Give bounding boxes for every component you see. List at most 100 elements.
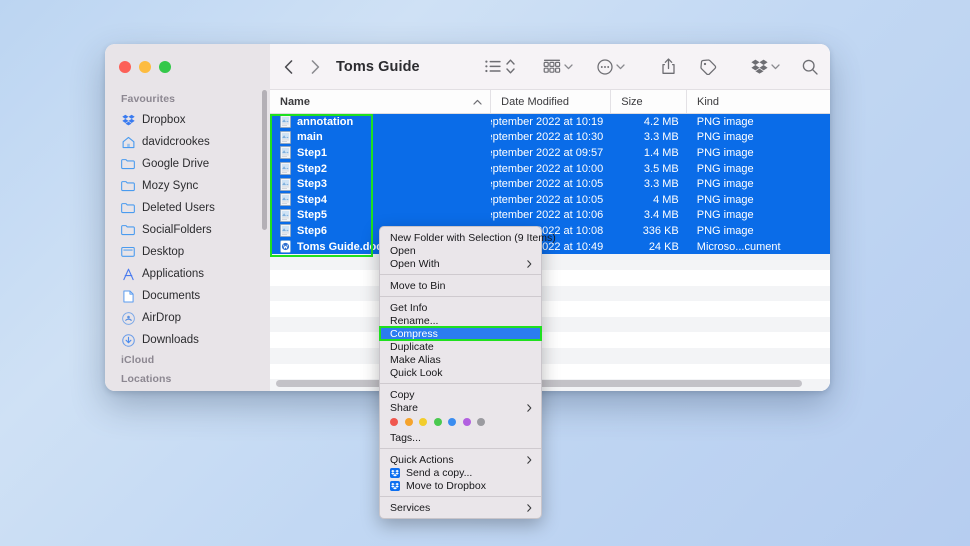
sidebar-item-label: Desktop [142, 246, 185, 258]
menu-item-open-with[interactable]: Open With [380, 257, 541, 270]
menu-item-label: Duplicate [390, 340, 434, 353]
menu-item-share[interactable]: Share [380, 401, 541, 414]
sidebar-item-google-drive[interactable]: Google Drive [105, 153, 270, 175]
menu-item-copy[interactable]: Copy [380, 388, 541, 401]
share-icon[interactable] [661, 54, 676, 80]
file-date-cell: 16 September 2022 at 10:05 [491, 178, 604, 191]
menu-item-duplicate[interactable]: Duplicate [380, 340, 541, 353]
menu-item-send-a-copy[interactable]: Send a copy... [380, 466, 541, 479]
dropbox-icon[interactable] [751, 54, 768, 80]
close-button[interactable] [119, 61, 131, 73]
menu-item-quick-look[interactable]: Quick Look [380, 366, 541, 379]
file-list[interactable]: annotation 16 September 2022 at 10:19 4.2 … [270, 114, 830, 391]
tag-color-dot-6[interactable] [477, 418, 485, 426]
file-name-label: Step1 [297, 146, 327, 159]
sidebar-item-label: Documents [142, 290, 201, 302]
menu-item-compress[interactable]: Compress [379, 326, 542, 341]
word-doc-icon [280, 240, 291, 253]
menu-item-make-alias[interactable]: Make Alias [380, 353, 541, 366]
tag-color-dot-5[interactable] [462, 418, 471, 426]
column-header-name[interactable]: Name [270, 90, 492, 113]
table-row[interactable]: Step3 16 September 2022 at 10:05 3.3 MB PNG… [270, 176, 830, 192]
menu-item-services[interactable]: Services [380, 501, 541, 514]
folder-icon [121, 223, 135, 237]
tag-icon[interactable] [700, 54, 717, 80]
file-kind-cell: PNG image [696, 224, 754, 237]
group-by-icon[interactable] [543, 54, 561, 80]
menu-item-rename[interactable]: Rename... [380, 314, 541, 327]
sidebar-item-socialfolders[interactable]: SocialFolders [105, 219, 270, 241]
png-file-icon [280, 146, 291, 160]
group-by-control [543, 54, 573, 80]
view-list-icon[interactable] [485, 54, 501, 80]
column-header-date-modified[interactable]: Date Modified [491, 90, 612, 113]
search-icon[interactable] [802, 54, 818, 80]
column-header-kind[interactable]: Kind [687, 90, 830, 113]
file-name-cell[interactable]: Step5 [270, 208, 491, 224]
context-menu[interactable]: New Folder with Selection (9 Items) Open O… [379, 226, 556, 519]
dropbox-chevron-down-icon[interactable] [771, 63, 780, 70]
horizontal-scrollbar[interactable] [276, 380, 824, 387]
applications-icon [121, 267, 135, 281]
table-row[interactable]: Step5 16 September 2022 at 10:06 3.4 MB PNG… [270, 207, 830, 224]
file-size-cell: 3.3 MB [643, 178, 679, 191]
file-kind-cell: PNG image [696, 131, 754, 144]
table-row[interactable]: annotation 16 September 2022 at 10:19 4.2 … [270, 114, 830, 130]
file-size-cell: 3.4 MB [643, 209, 679, 222]
file-name-cell[interactable]: main [270, 130, 491, 146]
file-name-cell[interactable]: Step2 [270, 161, 491, 177]
menu-item-tags[interactable]: Tags... [380, 431, 541, 444]
file-name-cell[interactable]: annotation [270, 114, 491, 130]
sidebar-item-applications[interactable]: Applications [105, 263, 270, 285]
menu-item-label: Move to Bin [390, 279, 446, 292]
table-row[interactable]: Step4 16 September 2022 at 10:05 4 MB PNG i… [270, 191, 830, 208]
sidebar-item-dropbox[interactable]: Dropbox [105, 109, 270, 131]
menu-item-label: New Folder with Selection (9 Items) [390, 231, 556, 244]
more-actions-chevron-down-icon[interactable] [616, 63, 625, 70]
table-row[interactable]: Step1 16 September 2022 at 09:57 1.4 MB PNG… [270, 145, 830, 161]
menu-item-move-to-dropbox[interactable]: Move to Dropbox [380, 479, 541, 492]
sidebar-item-desktop[interactable]: Desktop [105, 241, 270, 263]
folder-icon [121, 201, 135, 215]
view-options-stepper-icon[interactable] [506, 54, 515, 80]
sidebar-item-deleted-users[interactable]: Deleted Users [105, 197, 270, 219]
content-pane: Toms Guide Name Date Modified Size Kind … [270, 44, 830, 391]
empty-row [270, 364, 830, 380]
table-row[interactable]: Step2 16 September 2022 at 10:00 3.5 MB PNG… [270, 160, 830, 177]
tag-color-dot-0[interactable] [390, 418, 398, 426]
minimize-button[interactable] [139, 61, 151, 73]
table-row[interactable]: main 16 September 2022 at 10:30 3.3 MB PNG … [270, 129, 830, 146]
menu-item-new-folder-with-selection-9-items[interactable]: New Folder with Selection (9 Items) [380, 231, 556, 244]
sidebar-item-documents[interactable]: Documents [105, 285, 270, 307]
file-name-cell[interactable]: Step3 [270, 176, 491, 192]
sidebar-scrollbar[interactable] [262, 90, 267, 230]
file-size-cell: 24 KB [648, 240, 679, 253]
file-size-cell: 4 MB [653, 193, 679, 206]
tag-color-dot-2[interactable] [419, 418, 427, 426]
forward-button[interactable] [311, 59, 320, 74]
file-name-cell[interactable]: Step1 [270, 145, 491, 161]
folder-icon [121, 157, 135, 171]
menu-item-quick-actions[interactable]: Quick Actions [380, 453, 541, 466]
tag-color-dot-1[interactable] [404, 418, 413, 426]
tag-color-dot-3[interactable] [433, 418, 442, 426]
submenu-chevron-right-icon [527, 503, 532, 512]
group-by-chevron-down-icon[interactable] [564, 63, 573, 70]
menu-item-open[interactable]: Open [380, 244, 541, 257]
maximize-button[interactable] [159, 61, 171, 73]
menu-item-get-info[interactable]: Get Info [380, 301, 541, 314]
sidebar-item-airdrop[interactable]: AirDrop [105, 307, 270, 329]
tag-color-dot-4[interactable] [448, 418, 456, 426]
file-name-label: Step5 [297, 209, 327, 222]
file-name-cell[interactable]: Step4 [270, 192, 491, 208]
sidebar-item-davidcrookes[interactable]: davidcrookes [105, 131, 270, 153]
menu-item-move-to-bin[interactable]: Move to Bin [380, 279, 541, 292]
sidebar-group-title-locations: Locations [121, 373, 172, 385]
back-button[interactable] [284, 59, 293, 74]
png-file-icon [280, 177, 291, 191]
sidebar[interactable]: Favourites Dropbox davidcrookes Google Driv… [105, 44, 270, 391]
column-header-size[interactable]: Size [611, 90, 687, 113]
sidebar-item-downloads[interactable]: Downloads [105, 329, 270, 351]
more-actions-icon[interactable] [597, 54, 613, 80]
sidebar-item-mozy-sync[interactable]: Mozy Sync [105, 175, 270, 197]
